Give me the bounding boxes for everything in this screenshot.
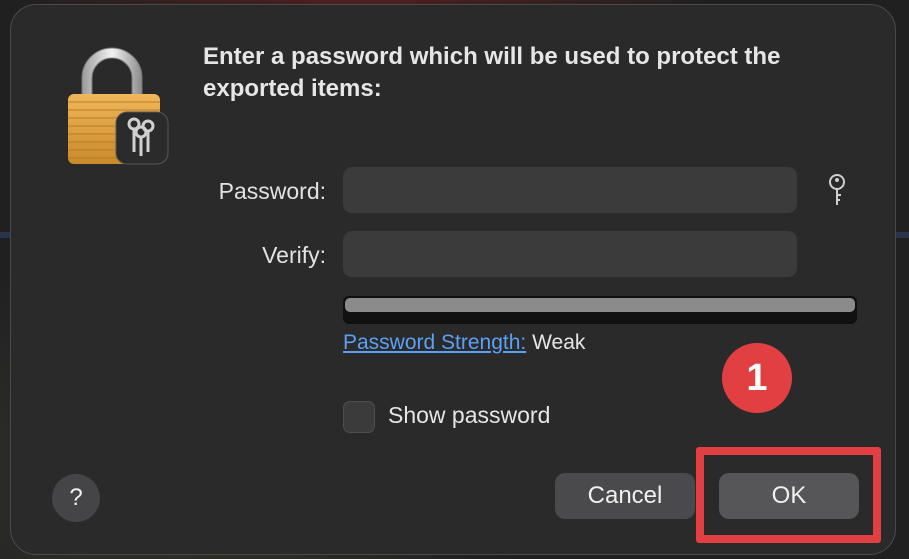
password-strength-row: Password Strength: Weak: [343, 331, 585, 355]
help-button[interactable]: ?: [52, 474, 100, 522]
password-label: Password:: [218, 178, 326, 204]
show-password-checkbox[interactable]: [343, 401, 375, 433]
password-strength-track: [345, 298, 855, 312]
password-strength-link[interactable]: Password Strength:: [343, 331, 526, 354]
step-number-badge: 1: [722, 343, 792, 413]
show-password-label[interactable]: Show password: [388, 402, 550, 429]
cancel-button[interactable]: Cancel: [555, 473, 695, 519]
password-strength-meter: [343, 296, 857, 324]
password-strength-value: Weak: [532, 331, 586, 354]
key-icon[interactable]: [826, 173, 848, 209]
password-field[interactable]: [343, 167, 797, 213]
verify-field[interactable]: [343, 231, 797, 277]
ok-highlight-box: [696, 447, 881, 543]
dialog-title: Enter a password which will be used to p…: [203, 43, 781, 102]
verify-label: Verify:: [262, 242, 326, 268]
keychain-lock-icon: [68, 47, 169, 165]
